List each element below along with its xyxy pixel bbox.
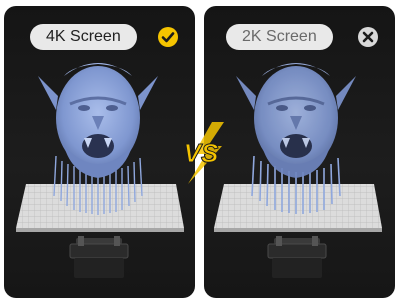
- printer-base: [69, 236, 129, 278]
- build-plate: [214, 184, 382, 228]
- comparison-panel-4k: 4K Screen: [4, 6, 195, 298]
- checkmark-icon: [158, 27, 178, 47]
- close-icon: [358, 27, 378, 47]
- comparison-panel-2k: 2K Screen: [204, 6, 395, 298]
- versus-badge: VS: [172, 120, 230, 186]
- build-plate: [16, 184, 184, 228]
- vs-lightning-icon: VS: [183, 122, 224, 184]
- panel-label-2k: 2K Screen: [226, 24, 333, 50]
- svg-text:VS: VS: [184, 138, 219, 168]
- panel-label-4k: 4K Screen: [30, 24, 137, 50]
- printer-base: [267, 236, 327, 278]
